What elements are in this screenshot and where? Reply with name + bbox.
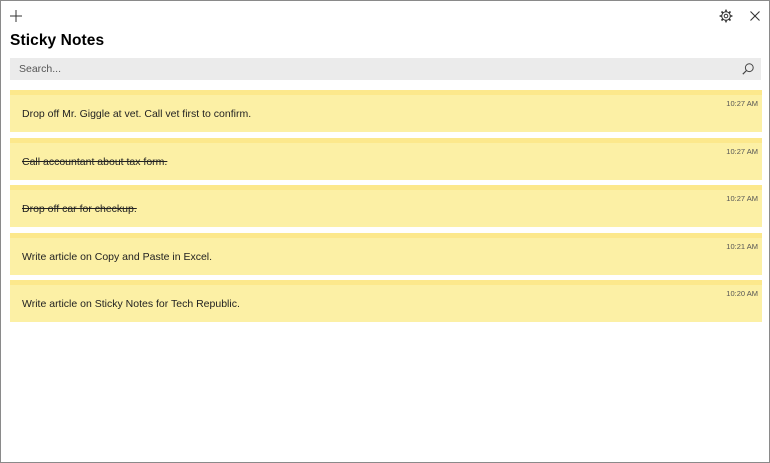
- close-button[interactable]: [743, 4, 767, 28]
- note-text: Call accountant about tax form.: [22, 155, 168, 168]
- note-timestamp: 10:20 AM: [726, 289, 758, 298]
- note-text: Write article on Sticky Notes for Tech R…: [22, 298, 240, 310]
- note-text: Drop off car for checkup.: [22, 203, 137, 215]
- note-text: Drop off Mr. Giggle at vet. Call vet fir…: [22, 108, 252, 120]
- note-timestamp: 10:27 AM: [726, 99, 758, 108]
- notes-list: 10:27 AM Drop off Mr. Giggle at vet. Cal…: [10, 90, 762, 328]
- note-timestamp: 10:21 AM: [726, 241, 758, 251]
- search-input[interactable]: [10, 58, 730, 80]
- close-icon: [750, 11, 760, 21]
- note-item[interactable]: 10:27 AM Drop off car for checkup.: [10, 185, 762, 227]
- settings-button[interactable]: [714, 4, 738, 28]
- search-icon[interactable]: [741, 62, 755, 76]
- sticky-notes-window: Sticky Notes 10:27 AM Drop off Mr. Giggl…: [0, 0, 770, 463]
- search-box: [10, 58, 761, 80]
- plus-icon: [10, 10, 22, 22]
- note-item[interactable]: 10:20 AM Write article on Sticky Notes f…: [10, 280, 762, 322]
- note-item[interactable]: 10:27 AM Drop off Mr. Giggle at vet. Cal…: [10, 90, 762, 132]
- gear-icon: [719, 9, 733, 23]
- note-timestamp: 10:27 AM: [726, 194, 758, 203]
- title-bar: [1, 1, 769, 31]
- app-title: Sticky Notes: [10, 32, 105, 49]
- note-timestamp: 10:27 AM: [726, 146, 758, 156]
- add-note-button[interactable]: [4, 4, 28, 28]
- note-item[interactable]: 10:27 AM Call accountant about tax form.: [10, 137, 762, 180]
- note-item[interactable]: 10:21 AM Write article on Copy and Paste…: [10, 232, 762, 275]
- note-text: Write article on Copy and Paste in Excel…: [22, 250, 213, 263]
